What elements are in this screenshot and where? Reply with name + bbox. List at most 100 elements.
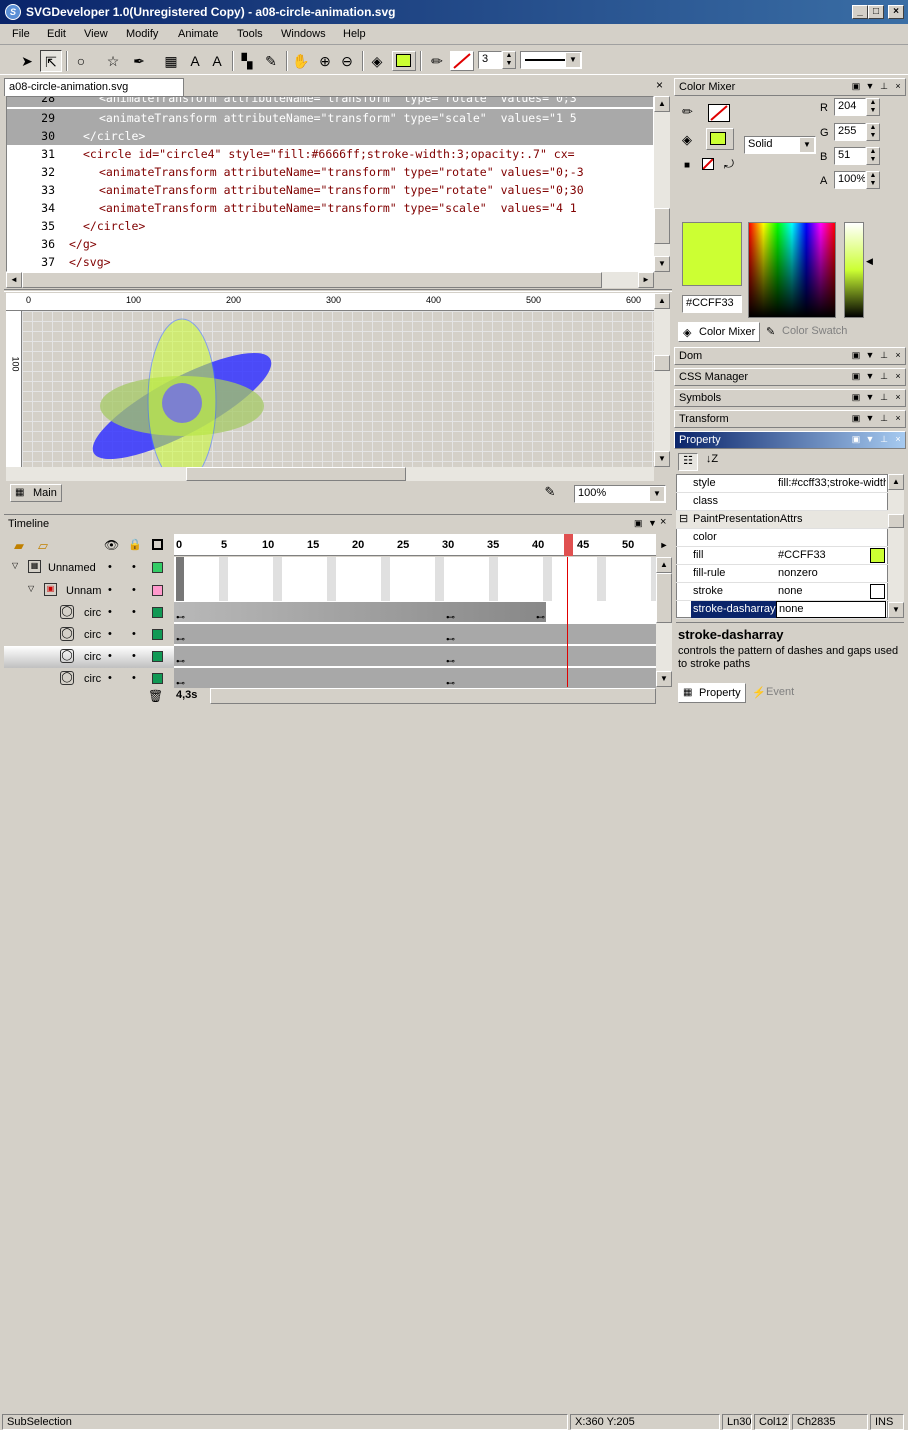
color-spectrum-picker[interactable] (748, 222, 836, 318)
swap-colors-icon[interactable]: ⤾ (724, 157, 734, 172)
blue-spinner[interactable]: ▲ ▼ (866, 147, 880, 165)
close-document-icon[interactable]: × (656, 78, 670, 92)
outline-square-icon[interactable] (152, 539, 163, 550)
timeline-frames[interactable]: ⊷ ⊷ ⊷ ⊷ ⊷ ⊷ ⊷ ⊷ ⊷ (174, 557, 656, 688)
property-row-stroke-dasharray[interactable]: stroke-dasharray none (676, 601, 888, 619)
edit-layer-icon[interactable]: ✎ (540, 484, 560, 502)
green-input[interactable]: 255 (834, 123, 866, 141)
menu-edit[interactable]: Edit (47, 28, 66, 40)
timeline-row-circle[interactable]: ◯ circ • • (4, 602, 174, 624)
visibility-eye-icon[interactable]: 👁 (104, 538, 119, 552)
tab-event[interactable]: ⚡ Event (750, 685, 810, 703)
property-row-stroke[interactable]: stroke none (676, 583, 888, 601)
brightness-slider-handle-icon[interactable]: ◀ (866, 256, 873, 267)
layer-tab-main[interactable]: ▦ Main (10, 484, 62, 502)
timeline-row-circle[interactable]: ◯ circ • • (4, 668, 174, 690)
drawing-canvas[interactable] (22, 311, 654, 467)
stroke-width-input[interactable]: 3 (478, 51, 502, 69)
zoom-in-icon[interactable]: ⊕ (314, 50, 336, 72)
red-spinner[interactable]: ▲ ▼ (866, 98, 880, 116)
frame-ruler[interactable]: 0 5 10 15 20 25 30 35 40 45 50 (174, 534, 656, 556)
sort-alphabetical-icon[interactable]: ↓Z (702, 453, 722, 471)
panel-pin-icon[interactable]: ▣ (634, 518, 643, 529)
fill-color-button[interactable] (392, 51, 416, 71)
stroke-color-button[interactable] (450, 51, 474, 71)
code-editor[interactable]: 28 <animateTransform attributeName="trans… (6, 96, 654, 272)
pen-tool-icon[interactable]: ✒ (128, 50, 150, 72)
alpha-input[interactable]: 100% (834, 171, 866, 189)
add-group-folder-icon[interactable]: ▰ (14, 538, 24, 554)
red-input[interactable]: 204 (834, 98, 866, 116)
menu-modify[interactable]: Modify (126, 28, 158, 40)
property-row-color[interactable]: color (676, 529, 888, 547)
menu-tools[interactable]: Tools (237, 28, 263, 40)
close-button[interactable]: × (888, 5, 904, 19)
hex-color-input[interactable]: #CCFF33 (682, 295, 742, 313)
property-row-style[interactable]: style fill:#ccff33;stroke-width (676, 475, 888, 493)
eyedropper-icon[interactable]: ✎ (260, 50, 282, 72)
stroke-width-spinner[interactable]: ▲ ▼ (502, 51, 516, 69)
hand-tool-icon[interactable]: ✋ (290, 50, 312, 72)
timeline-row-unnamed-layer[interactable]: ▽ ▣ Unnam • • (4, 580, 174, 602)
svg-artwork[interactable] (22, 311, 654, 467)
canvas-vertical-scrollbar[interactable]: ▲ ▼ (654, 293, 670, 467)
minimize-button[interactable]: _ (852, 5, 868, 19)
panel-close-icon[interactable]: × (660, 516, 666, 528)
paint-bucket-icon[interactable]: ◈ (366, 50, 388, 72)
maximize-button[interactable]: □ (868, 5, 884, 19)
property-row-class[interactable]: class (676, 493, 888, 511)
menu-file[interactable]: File (12, 28, 30, 40)
panel-menu-icon[interactable]: ▼ (648, 518, 657, 528)
alpha-spinner[interactable]: ▲ ▼ (866, 171, 880, 189)
zoom-out-icon[interactable]: ⊖ (336, 50, 358, 72)
timeline-row-unnamed-group[interactable]: ▽ ▦ Unnamed • • (4, 557, 174, 579)
categorized-view-icon[interactable]: ☷ (678, 453, 698, 471)
property-scrollbar[interactable]: ▲ ▼ (888, 474, 904, 618)
no-color-icon[interactable] (702, 158, 714, 170)
playhead-marker[interactable] (564, 534, 573, 556)
open-folder-icon[interactable]: ▱ (38, 538, 48, 554)
stroke-none-swatch[interactable] (708, 104, 730, 122)
editor-horizontal-scrollbar[interactable]: ◄ ► (6, 272, 654, 288)
stroke-pencil-icon[interactable]: ✏ (426, 50, 448, 72)
menu-animate[interactable]: Animate (178, 28, 218, 40)
fill-type-select[interactable]: Solid ▼ (744, 136, 816, 154)
blue-input[interactable]: 51 (834, 147, 866, 165)
default-colors-icon[interactable]: ■ (684, 160, 690, 171)
timeline-vertical-scrollbar[interactable]: ▲ ▼ (656, 557, 672, 687)
subselection-arrow-icon[interactable]: ⇱ (40, 50, 62, 72)
scroll-thumb[interactable] (654, 208, 670, 244)
property-row-fill[interactable]: fill #CCFF33 (676, 547, 888, 565)
menu-help[interactable]: Help (343, 28, 366, 40)
document-tab[interactable]: a08-circle-animation.svg (4, 78, 184, 96)
property-group-paint[interactable]: ⊟ PaintPresentationAttrs (676, 511, 888, 529)
timeline-row-circle-selected[interactable]: ◯ circ • • (4, 646, 174, 668)
scroll-right-icon[interactable]: ► (656, 534, 672, 556)
editor-vertical-scrollbar[interactable]: ▲ ▼ (654, 96, 670, 272)
trash-icon[interactable]: 🗑 (148, 689, 163, 703)
timeline-row-circle[interactable]: ◯ circ • • (4, 624, 174, 646)
fill-swatch-button[interactable] (706, 128, 734, 150)
ellipse-tool-icon[interactable]: ○ (70, 50, 92, 72)
symbols-panel-header[interactable]: Symbols ▣ ▼ ⊥ × (674, 389, 906, 407)
dom-panel-header[interactable]: Dom ▣ ▼ ⊥ × (674, 347, 906, 365)
timeline-horizontal-scrollbar[interactable] (210, 688, 656, 704)
selection-arrow-icon[interactable]: ➤ (16, 50, 38, 72)
stroke-dasharray-input[interactable]: none (776, 601, 886, 618)
css-manager-panel-header[interactable]: CSS Manager ▣ ▼ ⊥ × (674, 368, 906, 386)
color-mixer-header[interactable]: Color Mixer ▣ ▼ ⊥ × (674, 78, 906, 96)
image-tool-icon[interactable]: ▦ (160, 50, 182, 72)
splitter[interactable] (4, 289, 672, 292)
lock-icon[interactable]: 🔒 (128, 538, 142, 551)
tab-property[interactable]: ▦ Property (678, 683, 746, 703)
canvas-horizontal-scrollbar[interactable] (6, 467, 654, 481)
text-path-tool-icon[interactable]: A (206, 50, 228, 72)
tab-color-swatch[interactable]: ✎ Color Swatch (762, 324, 852, 342)
star-tool-icon[interactable]: ☆ (102, 50, 124, 72)
menu-view[interactable]: View (84, 28, 108, 40)
property-panel-header[interactable]: Property ▣ ▼ ⊥ × (674, 431, 906, 449)
menu-windows[interactable]: Windows (281, 28, 326, 40)
text-tool-icon[interactable]: A (184, 50, 206, 72)
zoom-select[interactable]: 100% ▼ (574, 485, 666, 503)
scroll-thumb[interactable] (22, 272, 602, 288)
